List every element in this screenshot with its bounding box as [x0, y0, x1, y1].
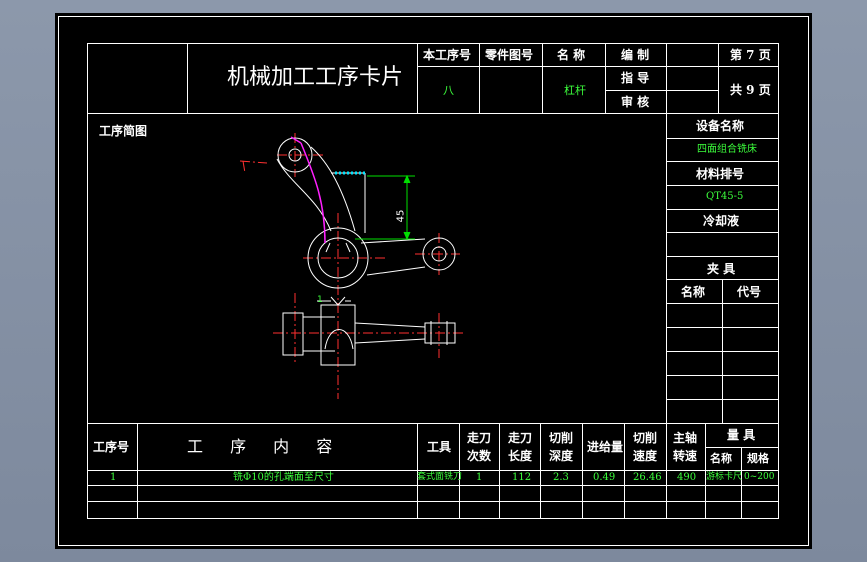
spindle-header-2: 转速 [673, 449, 698, 463]
row-length: 112 [512, 472, 532, 483]
passes-header-1: 走刀 [467, 431, 492, 445]
speed-header-2: 速度 [633, 449, 658, 463]
card-grid [58, 16, 809, 546]
step-no-header: 工序号 [93, 440, 130, 454]
proc-no-label: 本工序号 [423, 48, 472, 62]
gauge-spec-header: 规格 [747, 452, 769, 465]
gauge-name-header: 名称 [710, 452, 732, 465]
sketch-label: 工序简图 [99, 124, 148, 138]
row-gauge-spec: 0~200 [744, 472, 775, 482]
total-pages-label: 共 9 页 [730, 83, 771, 97]
part-no-label: 零件图号 [485, 48, 534, 62]
coolant-label: 冷却液 [703, 214, 740, 228]
passes-header-2: 次数 [467, 449, 492, 463]
name-value: 杠杆 [564, 84, 586, 97]
process-card-sheet: 机械加工工序卡片 本工序号 零件图号 名 称 编 制 第 7 页 八 杠杆 指 … [55, 13, 812, 549]
row-spindle: 490 [677, 472, 697, 483]
fixture-name-label: 名称 [681, 285, 706, 299]
spindle-header-1: 主轴 [673, 431, 698, 445]
card-title: 机械加工工序卡片 [227, 65, 404, 90]
depth-header-2: 深度 [549, 449, 574, 463]
feed-header: 进给量 [587, 440, 624, 454]
row-depth: 2.3 [553, 472, 569, 483]
length-header-1: 走刀 [508, 431, 533, 445]
name-label: 名 称 [557, 48, 586, 62]
compile-label: 编 制 [621, 48, 650, 62]
row-step-no: 1 [110, 472, 117, 483]
equipment-label: 设备名称 [696, 119, 745, 133]
lever-front-view [273, 293, 465, 399]
proc-no-value: 八 [443, 84, 454, 97]
surface-marker: 1 [317, 295, 323, 305]
review-label: 审 核 [621, 95, 650, 109]
row-tool: 套式面铣刀 [417, 472, 463, 482]
guide-label: 指 导 [621, 71, 650, 85]
length-header-2: 长度 [508, 449, 533, 463]
row-speed: 26.46 [633, 472, 662, 483]
row-feed: 0.49 [593, 472, 616, 483]
content-header: 工 序 内 容 [187, 437, 333, 456]
fixture-label: 夹 具 [707, 262, 736, 276]
row-gauge-name: 游标卡尺 [706, 472, 743, 482]
material-label: 材料排号 [696, 167, 745, 181]
fixture-code-label: 代号 [737, 285, 762, 299]
page-label: 第 7 页 [730, 48, 771, 62]
gauge-header: 量 具 [727, 428, 756, 442]
material-value: QT45-5 [706, 191, 744, 202]
dimension-label: 45 [395, 209, 407, 223]
row-content: 铣Φ10的孔端面至尺寸 [233, 472, 334, 483]
tool-header: 工具 [427, 440, 452, 454]
lever-top-view [239, 133, 460, 303]
depth-header-1: 切削 [549, 431, 574, 445]
equipment-value: 四面组合铣床 [697, 144, 757, 155]
speed-header-1: 切削 [633, 431, 658, 445]
row-passes: 1 [476, 472, 483, 483]
